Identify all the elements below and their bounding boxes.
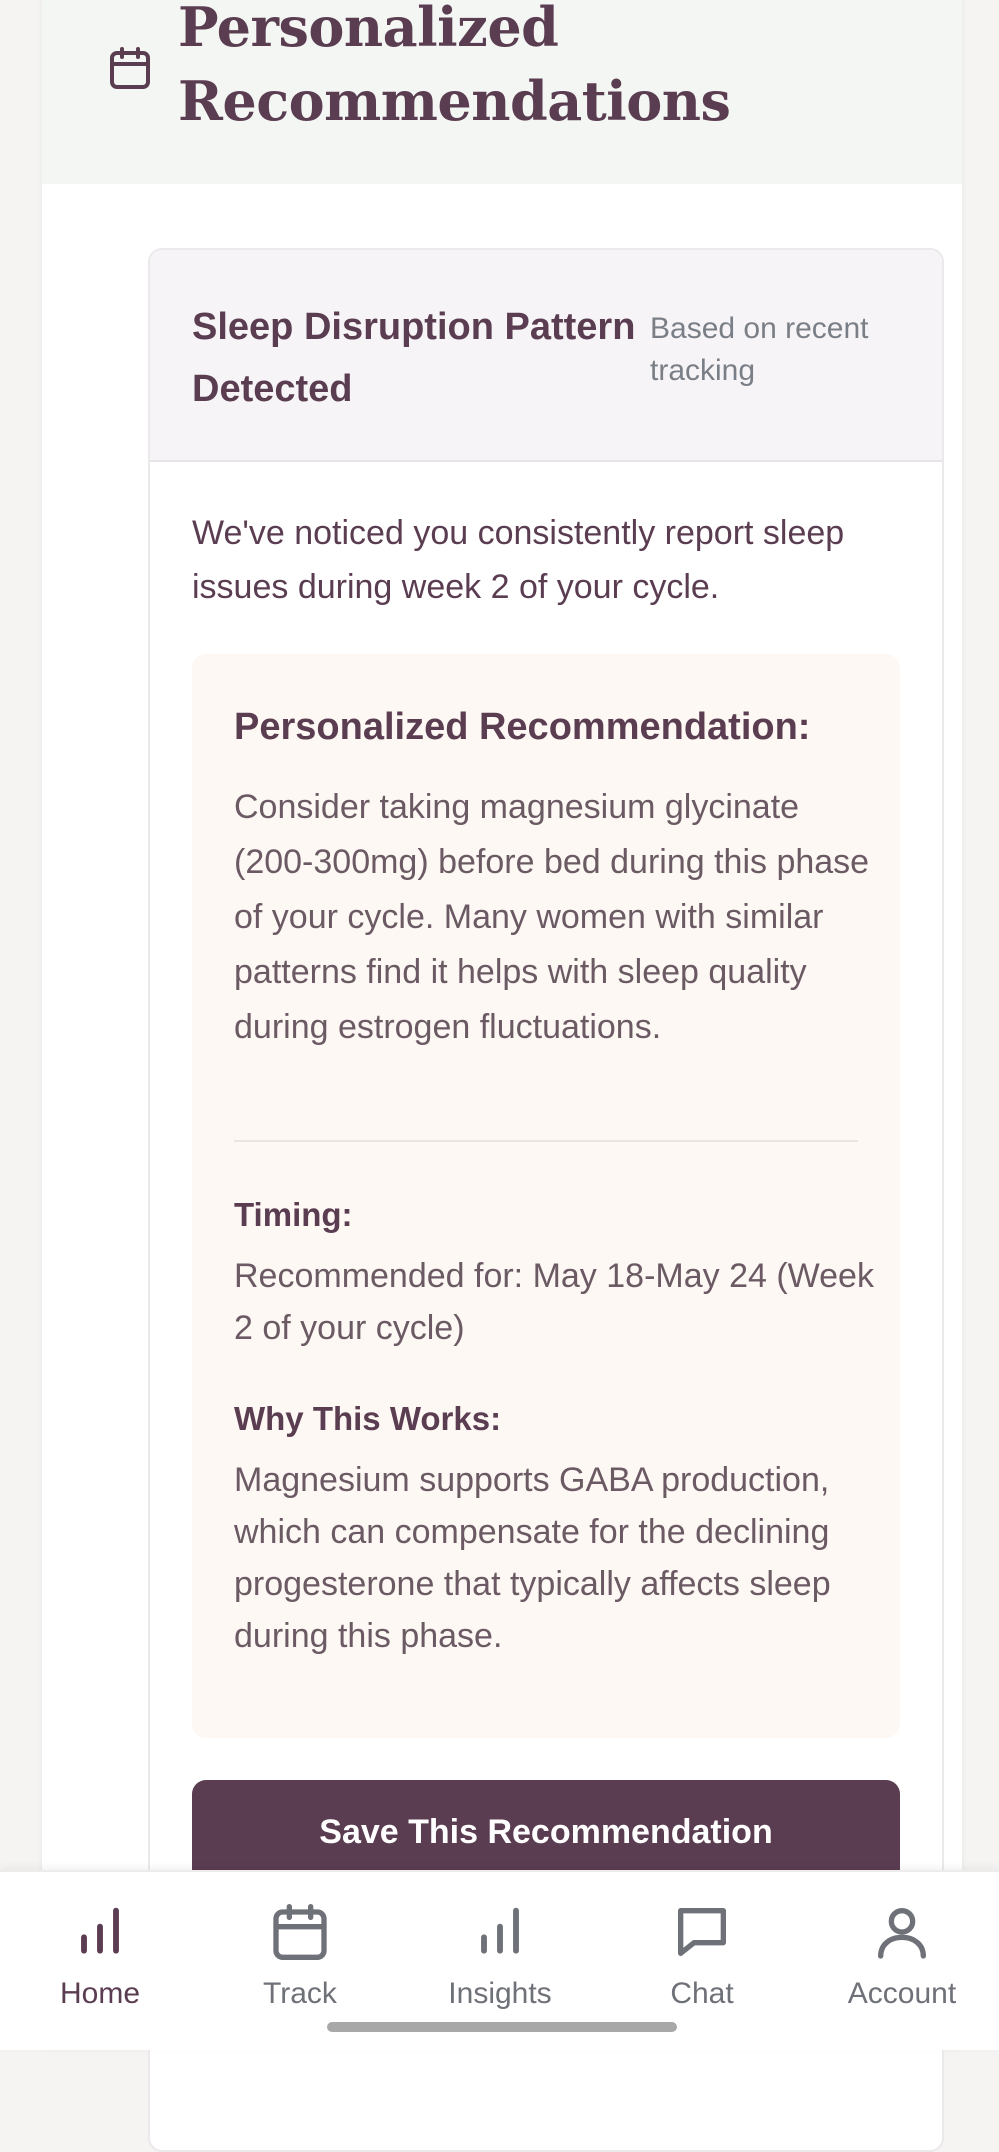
recommendation-box: Personalized Recommendation: Consider ta… [192, 654, 900, 1738]
nav-item-insights[interactable]: Insights [410, 1900, 590, 2020]
why-label: Why This Works: [234, 1400, 502, 1437]
page-title: Personalized Recommendations [178, 0, 731, 133]
nav-label-chat: Chat [670, 1977, 734, 2010]
recommendation-body: Consider taking magnesium glycinate (200… [234, 788, 870, 1046]
home-indicator[interactable] [327, 2022, 677, 2032]
timing-label: Timing: [234, 1196, 353, 1233]
nav-item-track[interactable]: Track [210, 1900, 390, 2020]
nav-label-track: Track [263, 1977, 337, 2010]
nav-label-home: Home [59, 1977, 141, 2010]
nav-label-insights: Insights [448, 1977, 552, 2010]
recommendations-panel: Personalized Recommendations Sleep Disru… [42, 0, 962, 2152]
card-meta: Based on recent tracking [650, 312, 869, 387]
calendar-icon [273, 1904, 327, 1960]
nav-item-home[interactable]: Home [10, 1900, 190, 2020]
nav-item-chat[interactable]: Chat [612, 1900, 792, 2020]
recommendation-heading: Personalized Recommendation: [234, 706, 811, 748]
save-recommendation-button[interactable]: Save This Recommendation [192, 1780, 900, 1884]
bar-chart-icon [481, 1907, 519, 1954]
card-intro-text: We've noticed you consistently report sl… [192, 514, 845, 606]
nav-label-account: Account [847, 1977, 957, 2010]
bar-chart-icon [81, 1907, 119, 1954]
card-header: Sleep Disruption Pattern Detected Based … [150, 250, 942, 462]
divider [234, 1140, 858, 1142]
card-title: Sleep Disruption Pattern Detected [192, 306, 636, 410]
nav-item-account[interactable]: Account [812, 1900, 992, 2020]
user-icon [878, 1908, 926, 1959]
recommendation-card: Sleep Disruption Pattern Detected Based … [148, 248, 944, 2152]
why-text: Magnesium supports GABA production, whic… [234, 1461, 831, 1655]
panel-header: Personalized Recommendations [42, 0, 962, 184]
chat-bubble-icon [678, 1908, 726, 1956]
timing-text: Recommended for: May 18-May 24 (Week 2 o… [234, 1257, 874, 1347]
calendar-icon [110, 47, 150, 89]
